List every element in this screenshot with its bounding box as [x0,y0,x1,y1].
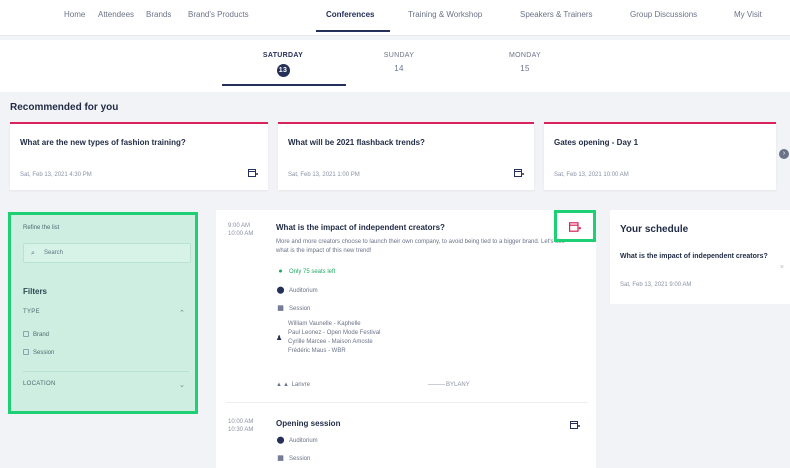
recommended-card[interactable]: What are the new types of fashion traini… [10,122,268,190]
nav-item-group-discussions[interactable]: Group Discussions [630,10,697,19]
brand-logo-right: — — — BYLANY [428,382,470,388]
calendar-add-icon [569,221,581,233]
search-placeholder: Search [44,250,64,256]
filter-option-session[interactable]: Session [23,349,54,356]
chevron-up-icon[interactable]: ⌃ [179,309,185,317]
search-icon: ⌕ [31,250,35,257]
filter-section-location[interactable]: LOCATION [23,381,56,387]
recommended-title: Recommended for you [10,102,119,113]
nav-item-conferences[interactable]: Conferences [326,10,374,19]
logo-mark: ▲▲ [276,382,290,388]
location-row: ⬤ Auditorium [276,286,318,294]
filter-panel: Refine the list ⌕ Search Filters TYPE ⌃ … [8,212,198,414]
seats-left-text: Only 75 seats left [289,269,336,275]
brand-name: BYLANY [446,382,470,388]
type-row: ▦ Session [276,454,310,462]
location-pin-icon: ⬤ [276,437,285,444]
type-text: Session [289,456,311,462]
speaker[interactable]: William Vaunelle - Kaphelle [288,320,380,329]
remove-icon[interactable]: × [780,264,784,271]
event-time: 9:00 AM 10:00 AM [228,222,253,238]
recommended-card-title: What are the new types of fashion traini… [20,138,186,147]
day-number: 13 [276,64,290,77]
nav-item-attendees[interactable]: Attendees [98,10,134,19]
day-number: 14 [394,64,404,73]
location-row: ⬤ Auditorium [276,436,318,444]
top-navigation: Home Attendees Brands Brand's Products C… [0,0,790,36]
brand-logo-left: ▲▲ Lanvre [276,382,310,388]
day-number: 15 [520,64,530,73]
recommended-card-date: Sat, Feb 13, 2021 10:00 AM [554,172,629,178]
day-name: SATURDAY [262,52,304,59]
seats-left-row: ● Only 75 seats left [276,268,335,275]
day-selector: SATURDAY 13 SUNDAY 14 MONDAY 15 [0,40,790,92]
filter-option-brand[interactable]: Brand [23,331,49,338]
filter-divider [23,371,189,372]
speaker[interactable]: Cyrille Marcee - Maison Amoste [288,338,380,347]
recommended-card-date: Sat, Feb 13, 2021 4:30 PM [20,172,92,178]
day-tab-saturday[interactable]: SATURDAY 13 [238,52,328,77]
nav-item-training-workshop[interactable]: Training & Workshop [408,10,482,19]
recommended-card-title: Gates opening - Day 1 [554,138,639,147]
day-name: SUNDAY [383,52,415,59]
event-description: More and more creators choose to launch … [276,239,565,254]
filters-heading: Filters [23,287,48,296]
checkbox[interactable] [23,331,29,337]
nav-item-brands[interactable]: Brands [146,10,171,19]
speakers-icon: ♟ [276,335,283,342]
type-row: ▦ Session [276,304,310,312]
day-tab-sunday[interactable]: SUNDAY 14 [354,52,444,73]
type-text: Session [289,306,311,312]
schedule-item-date: Sat, Feb 13, 2021 9:00 AM [620,282,692,288]
event-time-end: 10:00 AM [228,231,254,237]
event-time-start: 9:00 AM [228,223,251,229]
nav-item-my-visit[interactable]: My Visit [734,10,762,19]
nav-active-underline [316,30,390,32]
event-time-start: 10:00 AM [228,419,254,425]
recommended-card-date: Sat, Feb 13, 2021 1:00 PM [288,172,360,178]
nav-item-home[interactable]: Home [64,10,85,19]
session-type-icon: ▦ [277,455,284,462]
event-list: 9:00 AM 10:00 AM What is the impact of i… [216,210,596,468]
option-label: Brand [33,332,50,338]
event-time: 10:00 AM 10:30 AM [228,418,253,434]
schedule-title: Your schedule [620,224,689,235]
chevron-down-icon[interactable]: ⌄ [179,381,185,389]
nav-item-speakers-trainers[interactable]: Speakers & Trainers [520,10,592,19]
add-to-schedule-button[interactable] [554,210,596,242]
calendar-add-icon[interactable] [514,168,524,178]
search-input[interactable]: ⌕ Search [23,243,191,263]
day-active-underline [222,84,346,86]
event-title[interactable]: What is the impact of independent creato… [276,223,445,232]
recommended-card[interactable]: What will be 2021 flashback trends? Sat,… [278,122,534,190]
nav-item-brands-products[interactable]: Brand's Products [188,10,249,19]
recommended-card-title: What will be 2021 flashback trends? [288,138,425,147]
option-label: Session [33,350,55,356]
calendar-add-icon[interactable] [248,168,258,178]
recommended-card[interactable]: Gates opening - Day 1 Sat, Feb 13, 2021 … [544,122,776,190]
brand-name: Lanvre [291,382,310,388]
filter-section-type[interactable]: TYPE [23,309,40,315]
location-text: Auditorium [289,288,318,294]
refine-label: Refine the list [23,225,60,231]
day-name: MONDAY [508,52,541,59]
seats-dot-icon: ● [278,268,283,275]
location-text: Auditorium [289,438,318,444]
session-type-icon: ▦ [277,305,284,312]
event-title[interactable]: Opening session [276,419,340,428]
event-divider [226,402,588,403]
calendar-add-icon[interactable] [570,420,580,430]
speakers-list: William Vaunelle - Kaphelle Paul Leonez … [288,320,380,356]
logo-mark: — — — [428,382,445,388]
speaker[interactable]: Paul Leonez - Open Mode Festival [288,329,380,338]
checkbox[interactable] [23,349,29,355]
day-tab-monday[interactable]: MONDAY 15 [480,52,570,73]
schedule-panel: Your schedule What is the impact of inde… [610,210,790,304]
location-pin-icon: ⬤ [276,287,285,294]
schedule-item-title[interactable]: What is the impact of independent creato… [620,252,770,261]
speaker[interactable]: Frédéric Maus - WBR [288,347,380,356]
carousel-next-icon[interactable]: › [779,149,789,159]
event-time-end: 10:30 AM [228,427,254,433]
